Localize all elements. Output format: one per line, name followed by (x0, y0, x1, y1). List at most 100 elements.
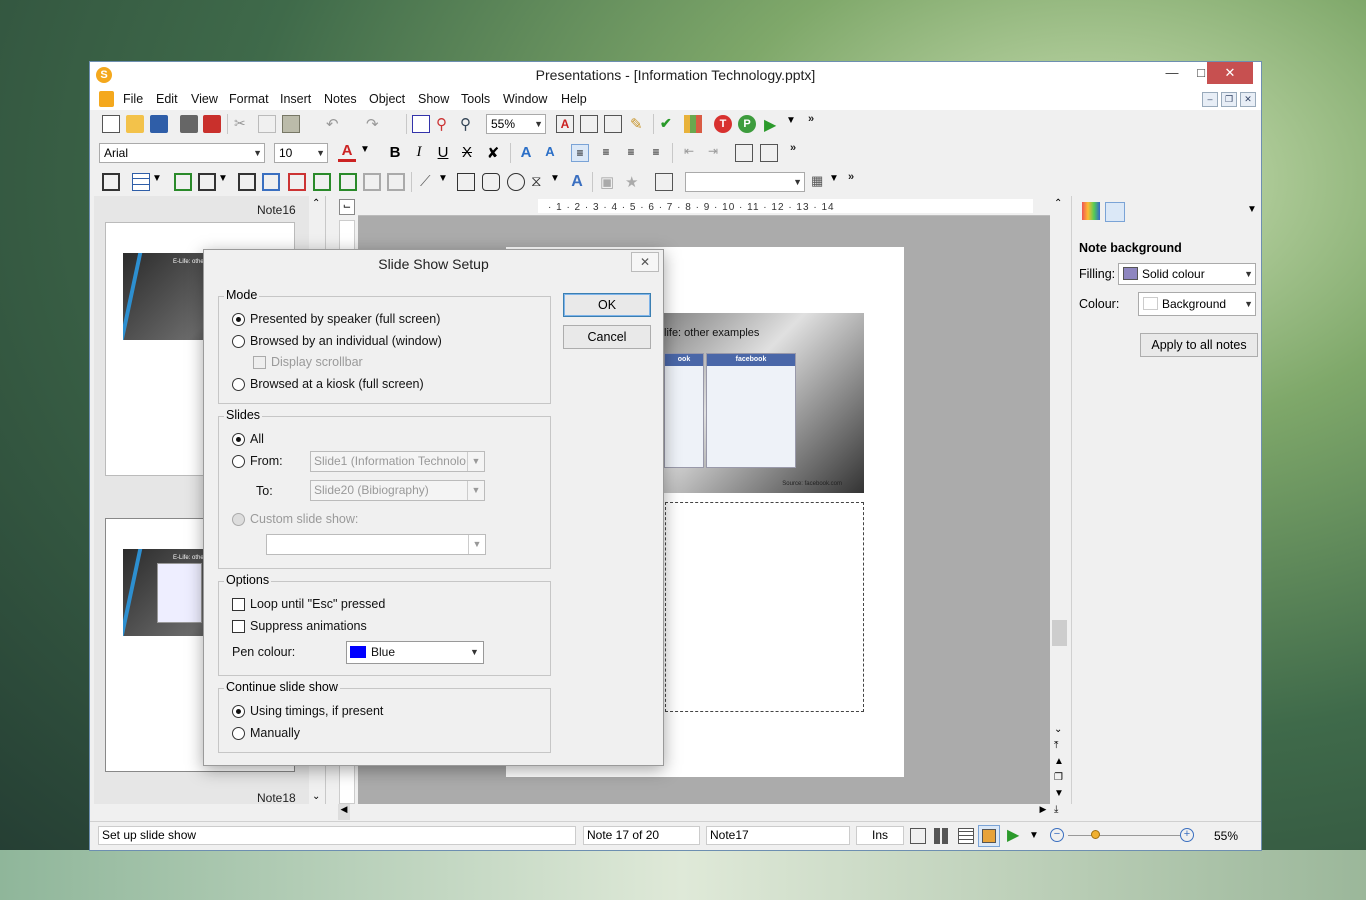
font-size-combo[interactable]: 10 ▼ (274, 143, 328, 163)
insert-chart-icon[interactable] (198, 173, 216, 191)
menu-view[interactable]: View (191, 92, 218, 106)
play-dropdown-icon[interactable]: ▼ (786, 115, 804, 133)
grid-dropdown-icon[interactable]: ▼ (829, 173, 847, 191)
ok-button[interactable]: OK (563, 293, 651, 317)
print-icon[interactable] (180, 115, 198, 133)
slides-all-radio[interactable] (232, 433, 245, 446)
redo-icon[interactable]: ↷ (366, 115, 384, 133)
group-icon[interactable]: ▣ (600, 173, 618, 191)
mode-speaker-radio[interactable] (232, 313, 245, 326)
zoom-out-icon[interactable]: − (1050, 828, 1064, 842)
loop-checkbox[interactable] (232, 598, 245, 611)
menu-file[interactable]: File (123, 92, 143, 106)
toolbar2-overflow-icon[interactable]: » (790, 142, 796, 154)
mode-individual-radio[interactable] (232, 335, 245, 348)
shrink-font-icon[interactable]: A (541, 144, 559, 162)
bold-icon[interactable]: B (386, 144, 404, 162)
autoshape-dropdown-icon[interactable]: ▼ (550, 173, 568, 191)
italic-icon[interactable]: I (410, 144, 428, 162)
canvas-horizontal-scrollbar[interactable]: ◀ ▶ (336, 804, 1051, 821)
manually-radio[interactable] (232, 727, 245, 740)
chart-icon[interactable] (684, 115, 702, 133)
dialog-close-icon[interactable]: ✕ (631, 252, 659, 272)
copy-icon[interactable] (258, 115, 276, 133)
select-object-icon[interactable] (655, 173, 673, 191)
increase-indent-icon[interactable]: ⇥ (704, 144, 722, 162)
sidebar-menu-icon[interactable]: ▼ (1247, 204, 1257, 215)
zoom-in-icon[interactable]: + (1180, 828, 1194, 842)
line-icon[interactable]: ⟋ (420, 173, 438, 191)
table-dropdown-icon[interactable]: ▼ (152, 173, 170, 191)
display-scrollbar-checkbox[interactable] (253, 356, 266, 369)
insert-table-icon[interactable] (132, 173, 150, 191)
slides-from-radio[interactable] (232, 455, 245, 468)
pdf-icon[interactable] (203, 115, 221, 133)
autoshape-icon[interactable]: ⧖ (531, 173, 549, 191)
effects-icon[interactable]: ★ (625, 173, 643, 191)
insert-frame-icon[interactable] (238, 173, 256, 191)
text-frame-icon[interactable]: A (556, 115, 574, 133)
slide-layout-icon[interactable] (102, 173, 120, 191)
table-icon[interactable] (580, 115, 598, 133)
insert-textmaker-icon[interactable] (288, 173, 306, 191)
custom-show-select[interactable]: ▼ (266, 534, 486, 555)
chart-dropdown-icon[interactable]: ▼ (218, 173, 236, 191)
zoom-slider[interactable] (1068, 835, 1180, 836)
line-dropdown-icon[interactable]: ▼ (438, 173, 456, 191)
bullets-icon[interactable] (735, 144, 753, 162)
zoom-icon[interactable]: ⚲ (460, 115, 478, 133)
zoom-region-icon[interactable]: ⚲ (436, 115, 454, 133)
cancel-button[interactable]: Cancel (563, 325, 651, 349)
menu-edit[interactable]: Edit (156, 92, 178, 106)
play-slideshow-icon[interactable]: ▶ (764, 115, 782, 134)
to-slide-select[interactable]: Slide20 (Bibiography) ▼ (310, 480, 485, 501)
background-properties-icon[interactable] (1105, 202, 1125, 222)
spellcheck-icon[interactable]: ✔ (660, 115, 678, 133)
decrease-indent-icon[interactable]: ⇤ (680, 144, 698, 162)
rounded-rectangle-icon[interactable] (482, 173, 500, 191)
custom-show-radio[interactable] (232, 513, 245, 526)
rectangle-icon[interactable] (457, 173, 475, 191)
mdi-minimize-icon[interactable]: – (1202, 92, 1218, 107)
suppress-animations-checkbox[interactable] (232, 620, 245, 633)
clear-format-icon[interactable]: ✘ (484, 144, 502, 162)
underline-icon[interactable]: U (434, 144, 452, 162)
font-color-icon[interactable]: A (338, 143, 356, 162)
canvas-vertical-scrollbar[interactable]: ⌃ ⌄ ⤒ ▲ ❐ ▼ ⤓ (1051, 196, 1068, 815)
paste-icon[interactable] (282, 115, 300, 133)
using-timings-radio[interactable] (232, 705, 245, 718)
open-icon[interactable] (126, 115, 144, 133)
font-combo[interactable]: Arial ▼ (99, 143, 265, 163)
textmaker-icon[interactable]: T (714, 115, 732, 133)
page-nav-icons[interactable]: ⌄ ⤒ ▲ ❐ ▼ ⤓ (1054, 722, 1064, 818)
scroll-thumb[interactable] (1052, 620, 1067, 646)
insert-object-icon[interactable] (363, 173, 381, 191)
filling-select[interactable]: Solid colour ▼ (1118, 263, 1256, 285)
mode-kiosk-radio[interactable] (232, 378, 245, 391)
font-color-dropdown-icon[interactable]: ▼ (360, 144, 378, 162)
menu-tools[interactable]: Tools (461, 92, 490, 106)
tab-stop-icon[interactable]: ⌙ (339, 199, 355, 215)
menu-format[interactable]: Format (229, 92, 269, 106)
insert-media-icon[interactable] (262, 173, 280, 191)
object-style-combo[interactable]: ▼ (685, 172, 805, 192)
grid-icon[interactable]: ▦ (811, 173, 829, 191)
mdi-close-icon[interactable]: ✕ (1240, 92, 1256, 107)
new-icon[interactable] (102, 115, 120, 133)
insert-mode[interactable]: Ins (856, 826, 904, 845)
textart-icon[interactable]: A (568, 173, 586, 191)
minimize-icon[interactable]: — (1157, 62, 1187, 84)
close-icon[interactable]: ✕ (1207, 62, 1253, 84)
planmaker-icon[interactable]: P (738, 115, 756, 133)
slideshow-dropdown-icon[interactable]: ▼ (1029, 830, 1039, 841)
apply-to-all-notes-button[interactable]: Apply to all notes (1140, 333, 1258, 357)
slide-number-icon[interactable] (412, 115, 430, 133)
align-center-icon[interactable]: ≡ (597, 144, 615, 162)
slide-sorter-icon[interactable] (934, 828, 950, 844)
format-painter-icon[interactable]: ✎ (630, 115, 648, 133)
toolbar-overflow-icon[interactable]: » (808, 113, 814, 125)
zoom-slider-thumb[interactable] (1091, 830, 1100, 839)
object-properties-icon[interactable] (1082, 202, 1100, 220)
insert-planmaker-icon[interactable] (313, 173, 331, 191)
grow-font-icon[interactable]: A (517, 144, 535, 162)
